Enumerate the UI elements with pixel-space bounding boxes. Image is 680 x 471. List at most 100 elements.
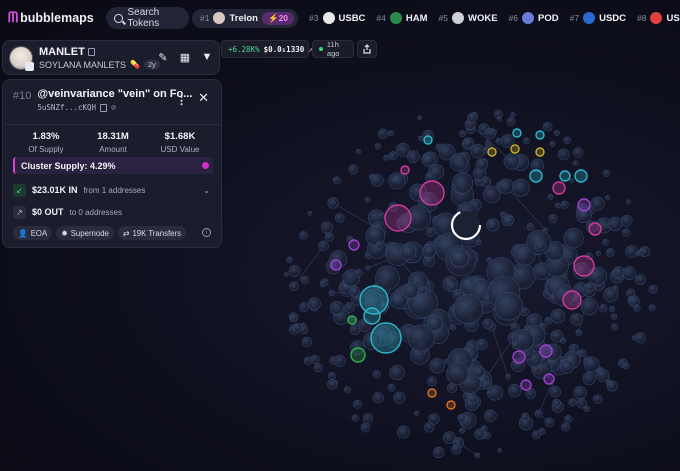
holder-bubble[interactable] — [318, 240, 329, 252]
holder-bubble[interactable] — [378, 128, 389, 139]
holder-bubble[interactable] — [288, 265, 301, 277]
holder-bubble[interactable] — [611, 323, 619, 331]
filter-icon[interactable]: ▼ — [201, 49, 213, 65]
holder-bubble[interactable] — [332, 176, 341, 185]
holder-bubble[interactable] — [353, 399, 362, 409]
holder-bubble[interactable] — [622, 266, 637, 280]
time-pill[interactable]: 11h ago — [312, 40, 354, 58]
holder-bubble[interactable] — [372, 392, 384, 404]
more-menu-icon[interactable]: ⋮ — [176, 94, 187, 107]
holder-bubble[interactable] — [329, 356, 339, 365]
holder-bubble[interactable] — [303, 356, 313, 366]
holder-bubble[interactable] — [506, 117, 516, 126]
holder-bubble[interactable] — [605, 247, 615, 257]
search-tokens-button[interactable]: Search Tokens — [106, 7, 189, 29]
holder-bubble[interactable] — [559, 337, 567, 344]
calendar-icon[interactable]: ▦ — [179, 49, 191, 65]
holder-bubble[interactable] — [289, 281, 299, 292]
holder-bubble[interactable] — [344, 302, 355, 313]
holder-bubble[interactable] — [482, 318, 493, 329]
holder-bubble[interactable] — [327, 371, 337, 380]
holder-bubble[interactable] — [308, 297, 321, 311]
holder-bubble[interactable] — [602, 238, 609, 246]
holder-bubble[interactable] — [476, 338, 488, 351]
holder-bubble[interactable] — [611, 313, 618, 320]
holder-bubble[interactable] — [625, 245, 639, 259]
holder-bubble[interactable] — [396, 425, 410, 439]
cluster-bubble[interactable] — [552, 181, 566, 195]
holder-bubble[interactable] — [503, 153, 521, 170]
holder-bubble[interactable] — [620, 214, 633, 227]
holder-bubble[interactable] — [374, 143, 382, 150]
holder-bubble[interactable] — [475, 158, 488, 171]
holder-bubble[interactable] — [552, 398, 561, 408]
holder-bubble[interactable] — [582, 371, 596, 386]
holder-bubble[interactable] — [348, 164, 359, 175]
cluster-bubble[interactable] — [370, 322, 402, 354]
holder-bubble[interactable] — [553, 129, 561, 137]
bubble-map-canvas[interactable]: ᗰ bubblemaps Search Tokens #1 Trelon ⚡20… — [0, 0, 680, 471]
holder-bubble[interactable] — [422, 244, 437, 258]
holder-bubble[interactable] — [360, 422, 371, 433]
holder-bubble[interactable] — [547, 193, 554, 200]
holder-bubble[interactable] — [451, 444, 462, 455]
holder-bubble[interactable] — [534, 409, 543, 418]
holder-bubble[interactable] — [570, 312, 583, 326]
holder-bubble[interactable] — [375, 241, 384, 249]
holder-bubble[interactable] — [462, 137, 474, 149]
holder-bubble[interactable] — [555, 202, 561, 209]
holder-bubble[interactable] — [648, 304, 656, 311]
close-icon[interactable]: ✕ — [198, 90, 209, 106]
holder-bubble[interactable] — [372, 370, 382, 379]
holder-bubble[interactable] — [301, 336, 312, 347]
cluster-bubble[interactable] — [577, 198, 591, 212]
holder-bubble[interactable] — [370, 174, 384, 187]
holder-bubble[interactable] — [459, 427, 465, 434]
cluster-supply-row[interactable]: Cluster Supply: 4.29% — [13, 157, 213, 174]
holder-bubble[interactable] — [505, 373, 511, 380]
holder-bubble[interactable] — [320, 278, 329, 287]
holder-bubble[interactable] — [573, 160, 579, 166]
holder-bubble[interactable] — [605, 195, 611, 201]
holder-bubble[interactable] — [343, 386, 352, 394]
holder-bubble[interactable] — [284, 272, 289, 278]
holder-bubble[interactable] — [603, 287, 619, 303]
holder-bubble[interactable] — [549, 141, 556, 147]
cluster-bubble[interactable] — [400, 165, 410, 175]
holder-bubble[interactable] — [542, 121, 553, 132]
trending-item[interactable]: #1 Trelon ⚡20 — [192, 8, 299, 28]
trending-item[interactable]: #5 WOKE — [439, 12, 498, 24]
holder-bubble[interactable] — [320, 221, 333, 234]
holder-bubble[interactable] — [544, 316, 553, 325]
holder-bubble[interactable] — [457, 413, 466, 423]
holder-bubble[interactable] — [364, 197, 371, 203]
holder-bubble[interactable] — [634, 274, 646, 286]
holder-bubble[interactable] — [470, 143, 485, 159]
trending-item[interactable]: #8 USSD — [637, 12, 680, 24]
holder-bubble[interactable] — [313, 363, 323, 373]
holder-bubble[interactable] — [532, 262, 551, 281]
holder-bubble[interactable] — [474, 452, 481, 459]
cluster-bubble[interactable] — [543, 373, 555, 385]
trending-item[interactable]: #6 POD — [509, 12, 559, 24]
holder-bubble[interactable] — [378, 212, 385, 219]
cluster-bubble[interactable] — [363, 307, 381, 325]
holder-bubble[interactable] — [468, 393, 478, 404]
holder-bubble[interactable] — [484, 409, 497, 423]
holder-bubble[interactable] — [523, 137, 530, 145]
holder-bubble[interactable] — [328, 289, 335, 296]
edit-icon[interactable]: ✎ — [157, 49, 169, 65]
holder-bubble[interactable] — [351, 414, 359, 422]
cluster-bubble[interactable] — [487, 147, 497, 157]
holder-bubble[interactable] — [453, 294, 483, 325]
holder-bubble[interactable] — [388, 172, 406, 190]
holder-bubble[interactable] — [534, 240, 546, 252]
holder-bubble[interactable] — [550, 308, 566, 324]
holder-bubble[interactable] — [433, 446, 445, 458]
cluster-bubble[interactable] — [520, 379, 532, 391]
cluster-bubble[interactable] — [535, 147, 545, 157]
holder-bubble[interactable] — [633, 304, 641, 312]
holder-bubble[interactable] — [486, 218, 500, 232]
holder-bubble[interactable] — [389, 364, 405, 381]
chevron-down-icon[interactable]: ⌄ — [203, 186, 210, 195]
